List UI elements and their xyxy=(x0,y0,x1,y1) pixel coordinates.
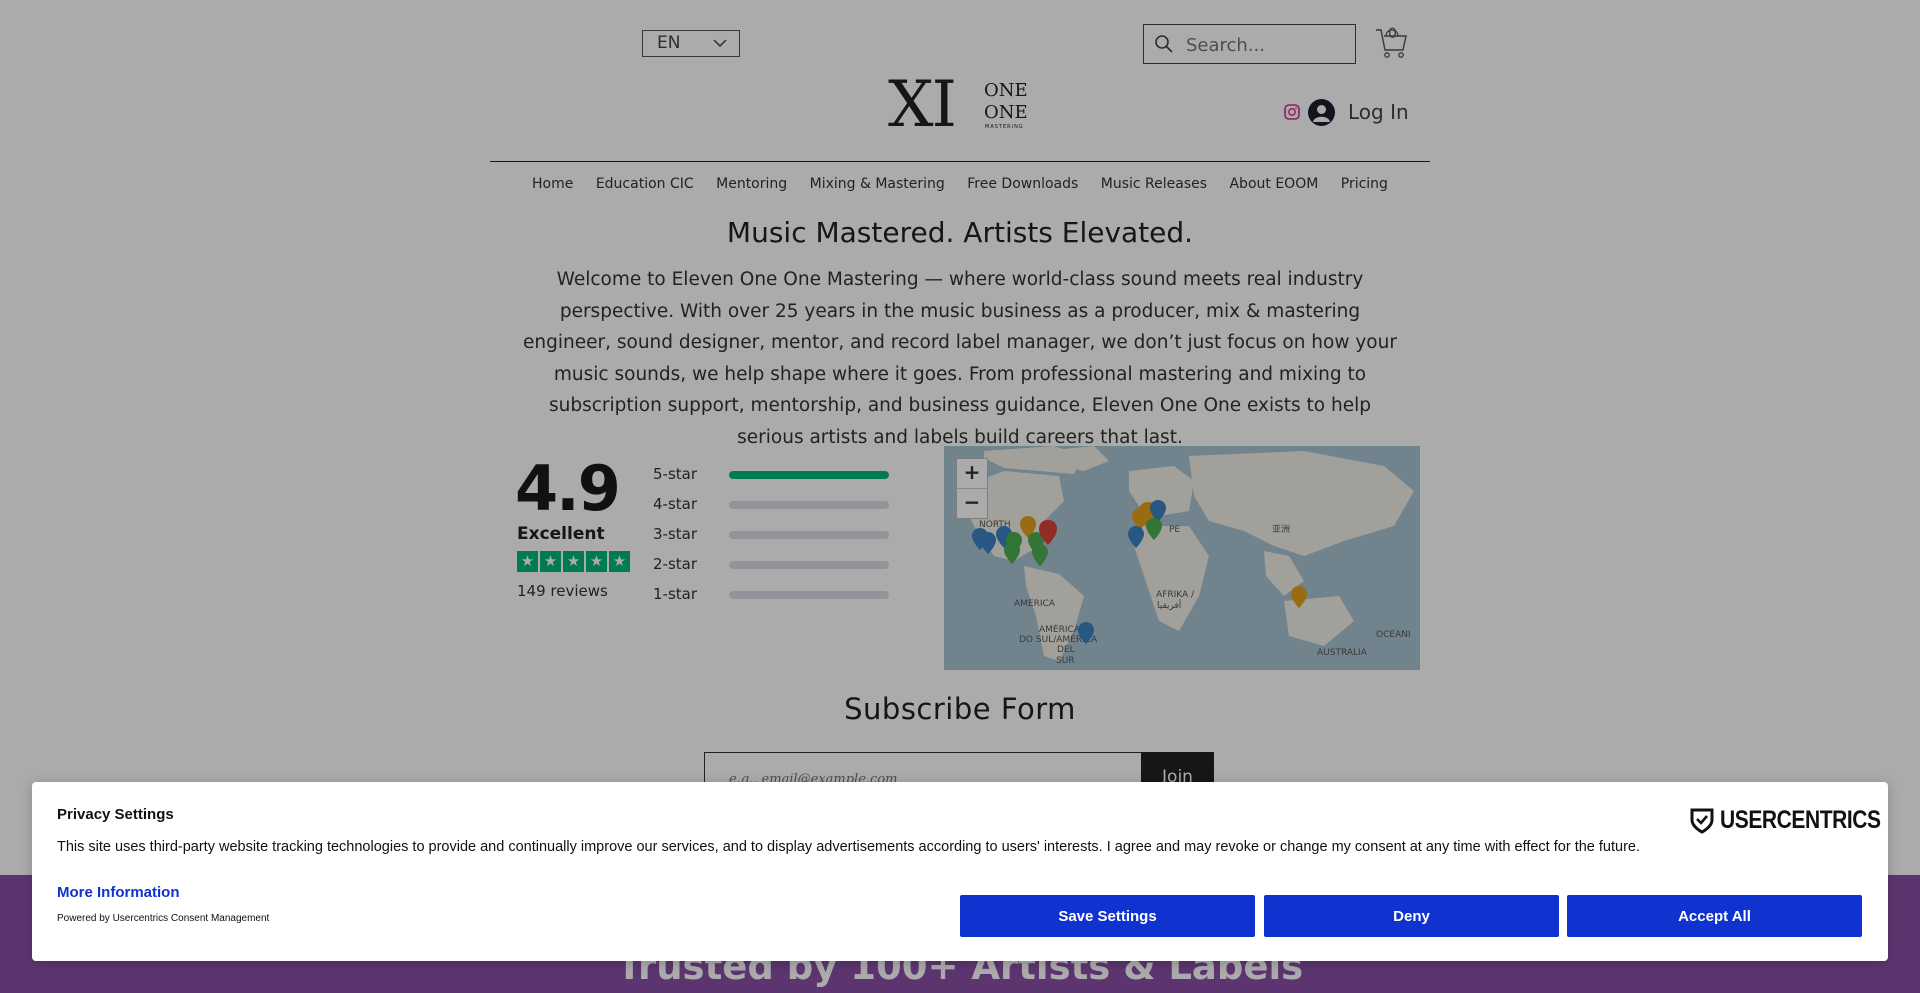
usercentrics-wordmark: USERCENTRICS xyxy=(1720,806,1881,834)
consent-banner: Privacy Settings This site uses third-pa… xyxy=(32,782,1888,961)
deny-button[interactable]: Deny xyxy=(1264,895,1559,937)
consent-text: This site uses third-party website track… xyxy=(57,839,1640,855)
powered-by-text: Powered by Usercentrics Consent Manageme… xyxy=(57,913,270,924)
consent-title: Privacy Settings xyxy=(57,806,174,823)
more-information-link[interactable]: More Information xyxy=(57,884,180,901)
accept-all-button[interactable]: Accept All xyxy=(1567,895,1862,937)
page: EN 0 XI ONE ONE MASTERING Log In Home Ed… xyxy=(0,0,1920,993)
save-settings-button[interactable]: Save Settings xyxy=(960,895,1255,937)
shield-icon xyxy=(1690,808,1714,834)
